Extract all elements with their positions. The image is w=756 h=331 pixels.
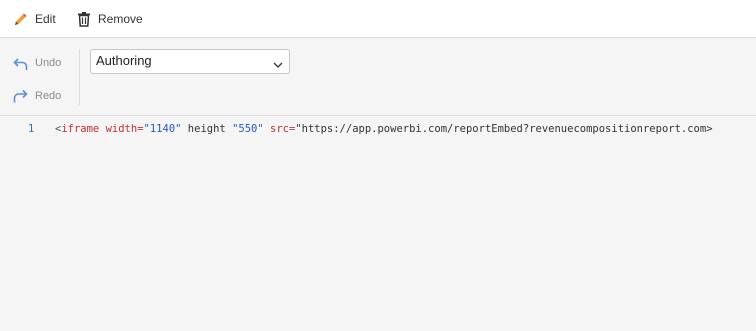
mode-select[interactable]: Authoring [90,49,290,74]
trash-icon [76,11,92,27]
chevron-down-icon [273,57,283,68]
undo-button[interactable]: Undo [13,54,61,72]
code-attr-width: width= [105,123,144,135]
editor-toolbar: Undo Redo Authoring [0,39,756,116]
line-number: 1 [28,123,35,135]
redo-button[interactable]: Redo [13,87,61,105]
code-tag-name: iframe [61,123,100,135]
redo-icon [13,89,28,104]
redo-label: Redo [35,90,62,102]
code-val-width: "1140" [143,123,182,135]
pencil-icon [13,11,29,27]
code-val-src: "https://app.powerbi.com/reportEmbed?rev… [295,123,713,135]
code-editor[interactable]: 1 <iframe width="1140" height "550" src=… [0,117,756,331]
code-val-height: "550" [232,123,264,135]
mode-select-value: Authoring [96,53,152,68]
code-text: <iframe width="1140" height "550" src="h… [55,123,713,135]
code-attr-height: height [187,123,226,135]
top-toolbar: Edit Remove [0,0,756,38]
toolbar-divider [79,49,80,105]
edit-label: Edit [35,12,56,26]
code-attr-src: src= [270,123,296,135]
remove-label: Remove [98,12,143,26]
remove-button[interactable]: Remove [76,10,143,28]
edit-button[interactable]: Edit [13,10,56,28]
undo-label: Undo [35,57,62,69]
undo-icon [13,56,28,71]
